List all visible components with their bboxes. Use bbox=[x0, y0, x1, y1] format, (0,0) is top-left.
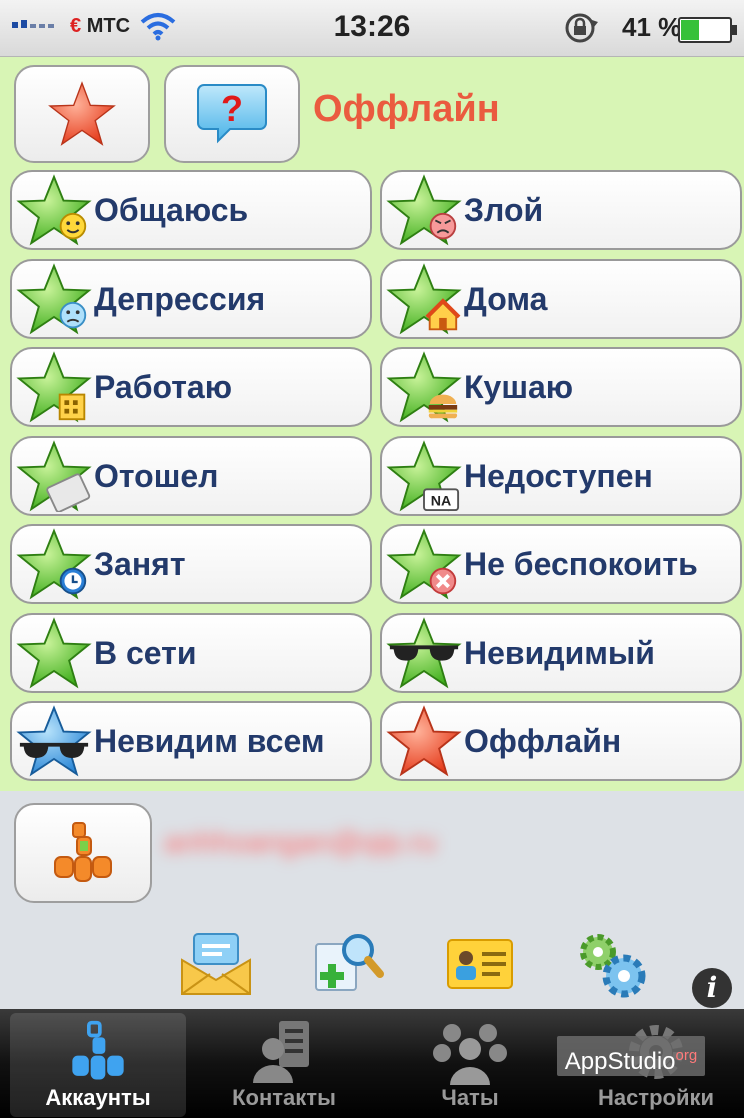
tab-accounts[interactable]: Аккаунты bbox=[10, 1013, 186, 1117]
star-invisible-all-icon bbox=[16, 705, 92, 777]
rotation-lock-icon bbox=[565, 13, 598, 43]
envelope-icon bbox=[181, 933, 251, 995]
status-option[interactable]: Депрессия bbox=[10, 259, 372, 339]
account-button[interactable] bbox=[14, 803, 152, 903]
status-option[interactable]: В сети bbox=[10, 613, 372, 693]
status-option[interactable]: Общаюсь bbox=[10, 170, 372, 250]
star-busy-icon bbox=[16, 528, 92, 600]
find-contact-button[interactable] bbox=[308, 928, 388, 1000]
status-option-label: Кушаю bbox=[464, 368, 574, 405]
chats-icon bbox=[433, 1024, 507, 1085]
options-button[interactable] bbox=[572, 928, 652, 1000]
svg-text:NA: NA bbox=[431, 493, 452, 509]
messages-button[interactable] bbox=[176, 928, 256, 1000]
status-option-label: Занят bbox=[94, 545, 186, 582]
contacts-icon bbox=[253, 1021, 309, 1083]
qip-accounts-icon bbox=[72, 1020, 124, 1080]
account-email: anhhoangan@qip.ru bbox=[164, 826, 437, 859]
battery-percent: 41 % bbox=[622, 12, 682, 42]
star-away-icon bbox=[16, 440, 92, 512]
star-na-icon: NA bbox=[386, 440, 462, 512]
status-option[interactable]: Не беспокоить bbox=[380, 524, 742, 604]
status-option-label: Общаюсь bbox=[94, 191, 249, 228]
vcard-button[interactable] bbox=[440, 928, 520, 1000]
gears-icon bbox=[580, 934, 646, 998]
status-option-label: Депрессия bbox=[94, 280, 266, 317]
contact-card-icon bbox=[447, 939, 513, 989]
status-option[interactable]: Злой bbox=[380, 170, 742, 250]
star-offline-icon bbox=[48, 81, 116, 146]
tab-settings-label: Настройки bbox=[597, 1085, 715, 1110]
status-bar: € МТС 13:26 41 % bbox=[0, 0, 744, 57]
star-offline-icon bbox=[386, 705, 462, 777]
star-work-icon bbox=[16, 351, 92, 423]
tab-contacts[interactable]: Контакты bbox=[196, 1013, 372, 1117]
star-angry-icon bbox=[386, 174, 462, 246]
info-button[interactable]: i bbox=[692, 968, 732, 1008]
status-option-label: Злой bbox=[464, 191, 544, 228]
tab-accounts-label: Аккаунты bbox=[45, 1085, 151, 1110]
qip-logo-icon bbox=[54, 822, 112, 882]
status-option[interactable]: Оффлайн bbox=[380, 701, 742, 781]
current-status-label: Оффлайн bbox=[313, 88, 500, 130]
status-option-label: Работаю bbox=[94, 368, 233, 405]
star-online-icon bbox=[16, 617, 92, 689]
status-option[interactable]: Занят bbox=[10, 524, 372, 604]
star-sad-icon bbox=[16, 263, 92, 335]
current-status-button[interactable] bbox=[14, 65, 150, 163]
status-option-label: Невидимый bbox=[464, 634, 655, 671]
star-smile-icon bbox=[16, 174, 92, 246]
tab-chats-label: Чаты bbox=[441, 1085, 499, 1110]
star-burger-icon bbox=[386, 351, 462, 423]
watermark: AppStudioorg bbox=[557, 1036, 705, 1076]
help-icon: ? bbox=[197, 84, 267, 144]
status-option[interactable]: Невидим всем bbox=[10, 701, 372, 781]
status-option[interactable]: Работаю bbox=[10, 347, 372, 427]
status-option[interactable]: Невидимый bbox=[380, 613, 742, 693]
status-option-label: Дома bbox=[464, 280, 548, 317]
star-dnd-icon bbox=[386, 528, 462, 600]
tab-contacts-label: Контакты bbox=[232, 1085, 336, 1110]
status-option[interactable]: Отошел bbox=[10, 436, 372, 516]
status-option-label: Недоступен bbox=[464, 457, 653, 494]
svg-text:?: ? bbox=[221, 88, 243, 129]
tab-chats[interactable]: Чаты bbox=[382, 1013, 558, 1117]
star-invisible-icon bbox=[386, 617, 462, 689]
battery-icon bbox=[678, 17, 737, 43]
status-option[interactable]: NA Недоступен bbox=[380, 436, 742, 516]
status-option-label: Невидим всем bbox=[94, 722, 325, 759]
status-option-label: Не беспокоить bbox=[464, 545, 698, 582]
add-search-icon bbox=[315, 934, 384, 991]
status-option[interactable]: Дома bbox=[380, 259, 742, 339]
status-option[interactable]: Кушаю bbox=[380, 347, 742, 427]
status-option-label: Оффлайн bbox=[464, 722, 622, 759]
status-option-label: Отошел bbox=[94, 457, 219, 494]
help-button[interactable]: ? bbox=[164, 65, 300, 163]
status-option-label: В сети bbox=[94, 634, 197, 671]
star-home-icon bbox=[386, 263, 462, 335]
